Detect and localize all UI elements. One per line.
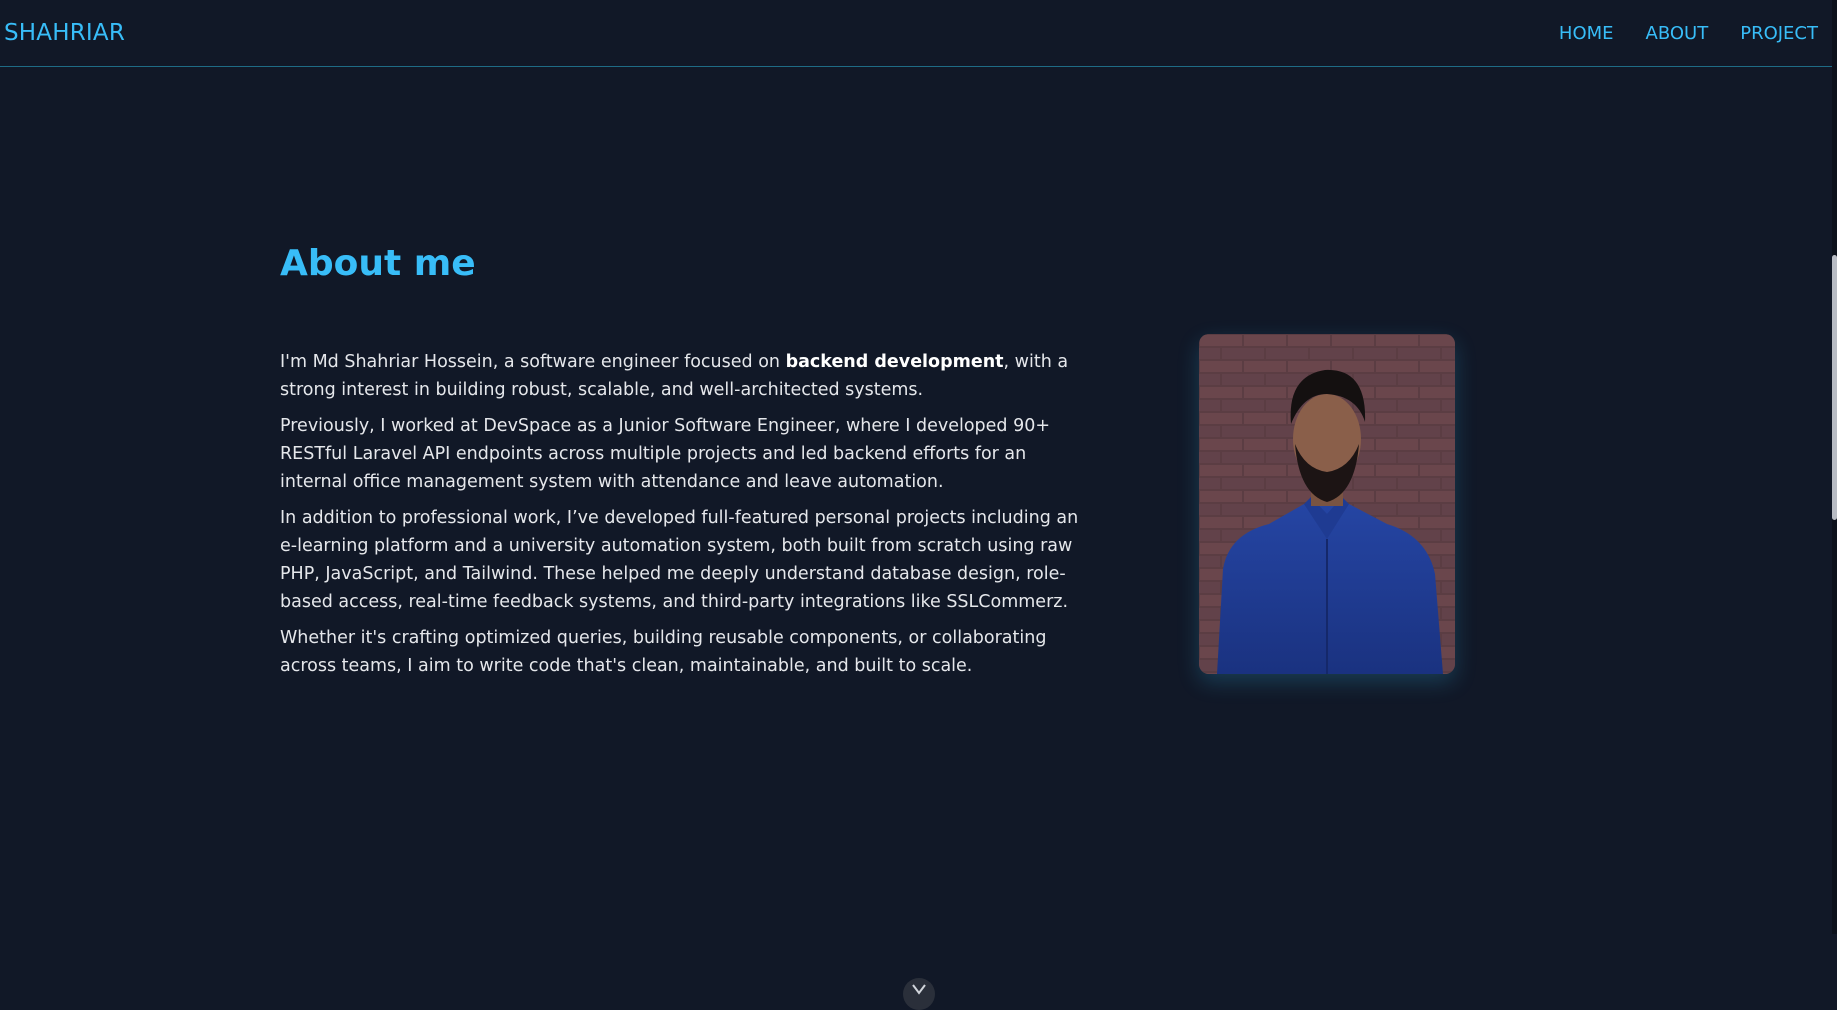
nav-link-home[interactable]: HOME (1559, 23, 1614, 44)
brand-logo[interactable]: SHAHRIAR (4, 20, 125, 46)
about-text: I'm Md Shahriar Hossein, a software engi… (280, 348, 1080, 688)
about-highlight: backend development (785, 352, 1004, 372)
about-paragraph-3: In addition to professional work, I’ve d… (280, 508, 1079, 612)
scrollbar-thumb[interactable] (1832, 255, 1837, 520)
nav-link-project[interactable]: PROJECT (1740, 23, 1818, 44)
about-paragraph-4: Whether it's crafting optimized queries,… (280, 628, 1047, 676)
nav-links: HOME ABOUT PROJECT (1527, 23, 1818, 44)
about-paragraph-2: Previously, I worked at DevSpace as a Ju… (280, 416, 1051, 492)
scroll-down-button[interactable] (903, 978, 935, 1010)
chevron-down-icon (912, 984, 926, 995)
about-heading: About me (280, 243, 476, 284)
about-section: About me I'm Md Shahriar Hossein, a soft… (0, 67, 1832, 1010)
top-navbar: SHAHRIAR HOME ABOUT PROJECT (0, 0, 1832, 67)
page-scrollbar[interactable] (1832, 0, 1837, 934)
about-paragraph-1: I'm Md Shahriar Hossein, a software engi… (280, 348, 1080, 404)
profile-photo-image (1199, 334, 1455, 674)
profile-photo (1199, 334, 1455, 674)
about-paragraph-1-start: I'm Md Shahriar Hossein, a software engi… (280, 352, 786, 372)
nav-link-about[interactable]: ABOUT (1646, 23, 1709, 44)
